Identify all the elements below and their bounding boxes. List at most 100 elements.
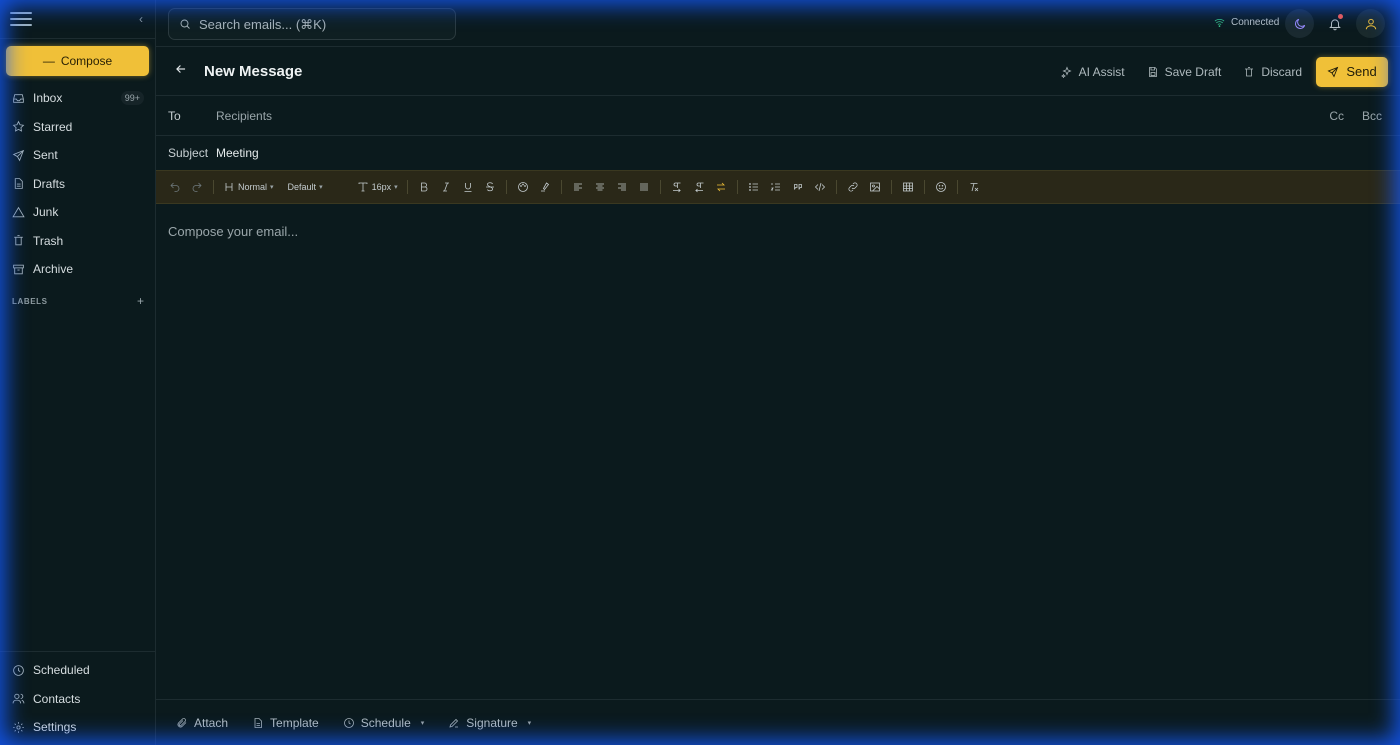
status-text: Connected (1231, 17, 1280, 28)
sidebar-item-inbox[interactable]: Inbox 99+ (0, 84, 156, 113)
heading-icon (225, 183, 233, 191)
sidebar-item-label: Scheduled (33, 663, 90, 678)
compose-button[interactable]: — Compose (6, 46, 149, 76)
discard-button[interactable]: Discard (1243, 65, 1302, 79)
block-style-dropdown[interactable]: Normal ▾ (219, 176, 278, 198)
compose-panel: New Message AI Assist Save Draft Discard… (156, 48, 1400, 745)
image-button[interactable] (864, 176, 886, 198)
toolbar-divider (505, 180, 507, 194)
formatting-toolbar: Normal ▾ Default ▾ 16px ▾ (156, 170, 1400, 204)
sidebar-item-contacts[interactable]: Contacts (0, 685, 156, 714)
numbered-list-icon (770, 183, 780, 191)
blockquote-button[interactable] (787, 176, 809, 198)
quote-icon (793, 184, 802, 190)
align-center-button[interactable] (589, 176, 611, 198)
sparkles-icon (1060, 65, 1072, 78)
strikethrough-button[interactable] (479, 176, 501, 198)
bcc-button[interactable]: Bcc (1362, 109, 1382, 123)
align-left-button[interactable] (567, 176, 589, 198)
sidebar-nav: Inbox 99+ Starred Sent Drafts Junk Trash… (0, 84, 156, 284)
redo-button[interactable] (186, 176, 208, 198)
font-size-value: 16px (371, 182, 392, 192)
sidebar-bottom: Scheduled Contacts Settings (0, 651, 156, 742)
template-button[interactable]: Template (252, 716, 319, 730)
schedule-button[interactable]: Schedule ▾ (343, 716, 425, 730)
sidebar-item-label: Trash (33, 233, 64, 248)
search-input[interactable] (199, 16, 439, 32)
code-button[interactable] (809, 176, 831, 198)
chevron-down-icon: ▾ (270, 184, 274, 191)
attach-label: Attach (194, 715, 229, 730)
sidebar-item-trash[interactable]: Trash (0, 227, 156, 256)
signature-button[interactable]: Signature ▾ (448, 716, 531, 730)
toolbar-divider (659, 180, 661, 194)
swap-direction-button[interactable] (710, 176, 732, 198)
text-direction-ltr-icon (672, 182, 681, 193)
send-label: Send (1346, 64, 1377, 79)
subject-row: Subject (156, 136, 1400, 170)
sidebar-item-drafts[interactable]: Drafts (0, 170, 156, 199)
undo-icon (170, 182, 180, 192)
notifications-button[interactable] (1320, 9, 1349, 38)
sidebar-item-starred[interactable]: Starred (0, 113, 156, 142)
back-button[interactable] (174, 62, 188, 81)
numbered-list-button[interactable] (765, 176, 787, 198)
clear-formatting-button[interactable] (963, 176, 985, 198)
highlighter-icon (540, 182, 549, 192)
subject-input[interactable] (216, 146, 1388, 160)
inbox-icon (13, 94, 24, 103)
paperclip-icon (177, 717, 187, 727)
align-justify-icon (639, 183, 648, 191)
sidebar-header: ‹ (0, 0, 155, 39)
recipients-input[interactable] (216, 108, 1330, 123)
message-header: New Message AI Assist Save Draft Discard… (156, 48, 1400, 96)
clear-format-icon (970, 183, 978, 192)
rtl-button[interactable] (688, 176, 710, 198)
trash-icon (14, 235, 23, 246)
chevron-down-icon: ▾ (420, 719, 425, 727)
text-color-button[interactable] (512, 176, 534, 198)
collapse-sidebar-icon[interactable]: ‹ (139, 12, 143, 26)
chevron-down-icon: ▾ (319, 184, 323, 191)
font-family-dropdown[interactable]: Default ▾ (284, 176, 327, 198)
user-avatar[interactable] (1356, 9, 1385, 38)
font-size-dropdown[interactable]: 16px ▾ (353, 176, 402, 198)
ai-assist-label: AI Assist (1078, 64, 1125, 79)
add-label-icon[interactable]: + (137, 294, 144, 308)
page-title: New Message (204, 63, 303, 80)
sidebar-item-archive[interactable]: Archive (0, 255, 156, 284)
email-body-editor[interactable]: Compose your email... (156, 204, 1400, 699)
italic-button[interactable] (435, 176, 457, 198)
sidebar-item-sent[interactable]: Sent (0, 141, 156, 170)
top-bar: Connected (156, 0, 1400, 47)
block-style-value: Normal (238, 182, 268, 192)
underline-button[interactable] (457, 176, 479, 198)
table-button[interactable] (897, 176, 919, 198)
sidebar-item-junk[interactable]: Junk (0, 198, 156, 227)
send-button[interactable]: Send (1316, 56, 1388, 87)
sidebar-item-label: Settings (33, 720, 77, 735)
bold-button[interactable] (413, 176, 435, 198)
theme-toggle-button[interactable] (1285, 9, 1314, 38)
sidebar-item-settings[interactable]: Settings (0, 713, 156, 742)
undo-button[interactable] (164, 176, 186, 198)
sidebar-item-scheduled[interactable]: Scheduled (0, 656, 156, 685)
justify-button[interactable] (633, 176, 655, 198)
align-right-button[interactable] (611, 176, 633, 198)
search-box[interactable] (168, 8, 456, 40)
highlight-button[interactable] (534, 176, 556, 198)
signature-label: Signature (466, 715, 518, 730)
attach-button[interactable]: Attach (176, 716, 228, 730)
sidebar-item-label: Starred (33, 119, 73, 134)
ai-assist-button[interactable]: AI Assist (1060, 64, 1125, 79)
cc-button[interactable]: Cc (1329, 109, 1344, 123)
toolbar-divider (956, 180, 958, 194)
chevron-down-icon: ▾ (527, 719, 532, 727)
to-label: To (168, 108, 181, 123)
body-placeholder: Compose your email... (168, 224, 299, 239)
emoji-button[interactable] (930, 176, 952, 198)
ltr-button[interactable] (666, 176, 688, 198)
save-draft-button[interactable]: Save Draft (1147, 65, 1221, 79)
link-button[interactable] (842, 176, 864, 198)
bullet-list-button[interactable] (743, 176, 765, 198)
